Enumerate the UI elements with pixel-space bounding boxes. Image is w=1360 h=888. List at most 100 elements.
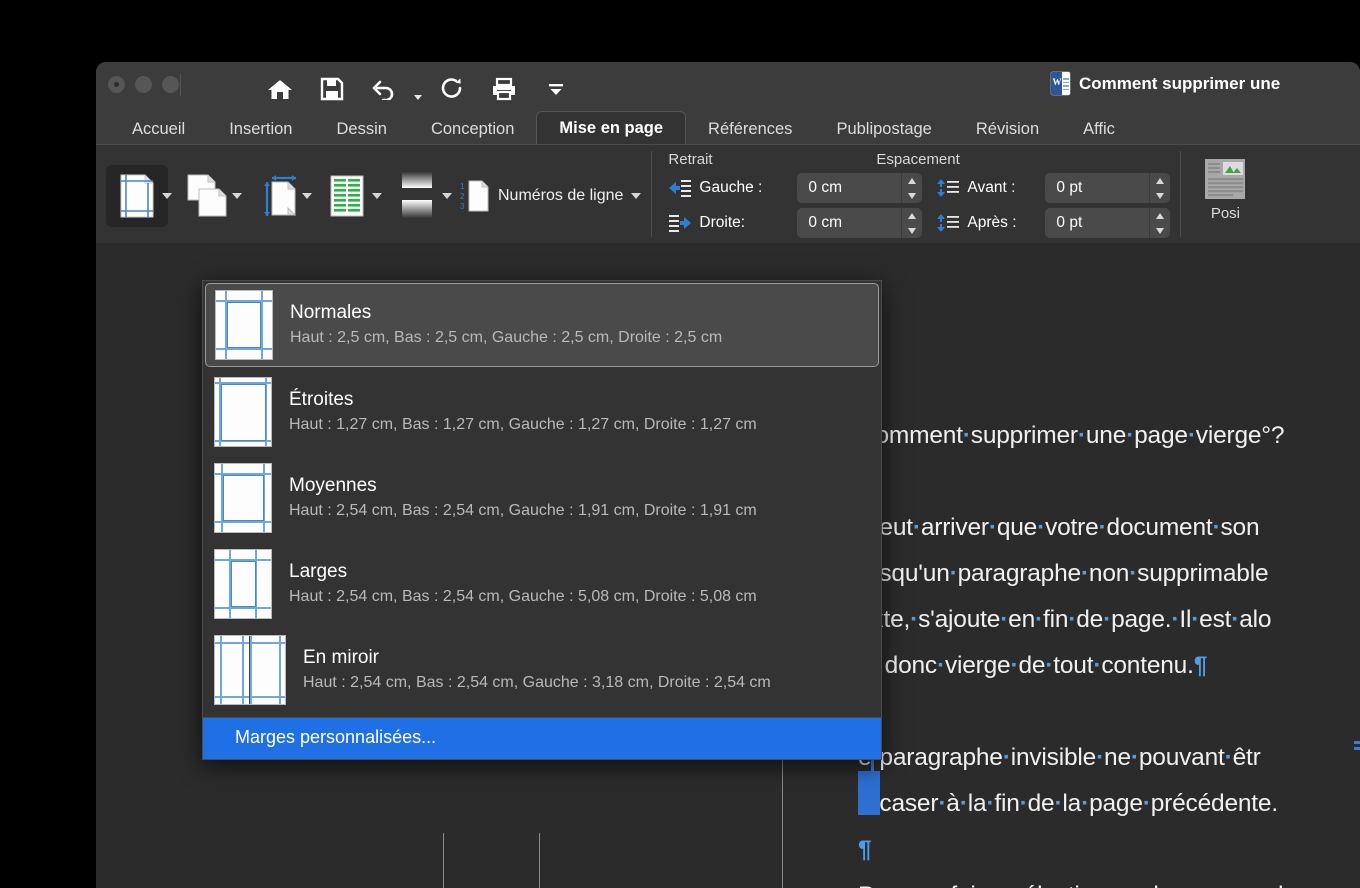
more-icon[interactable]	[530, 74, 582, 104]
menu-item-en-miroir[interactable]: En miroir Haut : 2,54 cm, Bas : 2,54 cm,…	[203, 627, 881, 713]
menu-item-subtitle: Haut : 1,27 cm, Bas : 1,27 cm, Gauche : …	[289, 416, 757, 433]
indent-left-value[interactable]: 0 cm	[797, 173, 902, 203]
svg-text:1: 1	[460, 182, 465, 191]
spelling-underline-2	[1354, 747, 1360, 750]
indent-right-increment[interactable]	[902, 208, 922, 223]
menu-item-title: Étroites	[289, 389, 354, 410]
margin-preview-normal	[216, 291, 272, 359]
tab-accueil[interactable]: Accueil	[110, 113, 207, 145]
undo-icon[interactable]	[358, 74, 410, 104]
title-bar: W Comment supprimer une	[96, 62, 1360, 107]
menu-item-normales[interactable]: Normales Haut : 2,5 cm, Bas : 2,5 cm, Ga…	[205, 283, 879, 367]
menu-item-subtitle: Haut : 2,54 cm, Bas : 2,54 cm, Gauche : …	[303, 674, 771, 691]
line-numbers-icon: 1 2 3	[460, 180, 489, 212]
position-label: Posi	[1210, 205, 1240, 222]
redo-icon[interactable]	[426, 74, 478, 104]
indent-right-stepper[interactable]: 0 cm	[797, 208, 923, 238]
spacing-before-stepper[interactable]: 0 pt	[1045, 173, 1171, 203]
menu-item-subtitle: Haut : 2,5 cm, Bas : 2,5 cm, Gauche : 2,…	[290, 329, 723, 346]
ribbon-divider-2	[1180, 151, 1182, 237]
page-guide-2	[539, 833, 540, 888]
doc-line-11: Pour·ce·faire,·sélectionnez·la·marque·d	[858, 873, 1360, 888]
doc-line-8: e·paragraphe·invisible·ne·pouvant·êtr	[858, 744, 1261, 771]
margin-preview-narrow	[215, 378, 271, 446]
word-window: W Comment supprimer une Accueil Insertio…	[96, 62, 1360, 888]
indent-right-icon	[669, 215, 692, 232]
tab-references[interactable]: Références	[686, 113, 814, 145]
indent-right-decrement[interactable]	[902, 223, 922, 238]
spacing-before-decrement[interactable]	[1150, 188, 1170, 203]
menu-item-larges[interactable]: Larges Haut : 2,54 cm, Bas : 2,54 cm, Ga…	[203, 541, 881, 627]
breaks-button[interactable]	[386, 165, 448, 227]
ribbon-divider-1	[651, 151, 653, 237]
spelling-underline	[1354, 741, 1360, 744]
orientation-dropdown-icon[interactable]	[232, 165, 242, 227]
tab-dessin[interactable]: Dessin	[315, 113, 409, 145]
spacing-before-increment[interactable]	[1150, 173, 1170, 188]
minimize-button[interactable]	[135, 76, 152, 93]
tab-revision[interactable]: Révision	[954, 113, 1061, 145]
line-numbers-button[interactable]: 1 2 3 Numéros de ligne	[456, 165, 642, 227]
breaks-dropdown-icon[interactable]	[442, 165, 452, 227]
spacing-before-value[interactable]: 0 pt	[1045, 173, 1150, 203]
menu-item-title: Normales	[290, 302, 372, 323]
indent-left-stepper[interactable]: 0 cm	[797, 173, 923, 203]
quick-access-toolbar	[254, 70, 582, 108]
print-icon[interactable]	[478, 74, 530, 104]
page-size-icon	[264, 175, 297, 216]
window-controls	[108, 76, 179, 93]
zoom-button[interactable]	[162, 76, 179, 93]
document-text[interactable]: Comment·supprimer·une·page·vierge°? ·peu…	[858, 243, 1360, 888]
size-button[interactable]	[246, 165, 308, 227]
svg-text:2: 2	[460, 192, 465, 201]
spacing-header: Espacement	[876, 151, 960, 168]
indent-left-decrement[interactable]	[902, 188, 922, 203]
doc-line-1: Comment·supprimer·une·page·vierge°?	[858, 422, 1285, 449]
line-numbers-label: Numéros de ligne	[498, 187, 624, 204]
orientation-button[interactable]	[176, 165, 238, 227]
text-selection	[858, 771, 880, 815]
margin-preview-mirrored	[215, 636, 285, 704]
tab-publipostage[interactable]: Publipostage	[814, 113, 953, 145]
menu-item-subtitle: Haut : 2,54 cm, Bas : 2,54 cm, Gauche : …	[289, 502, 757, 519]
menu-item-subtitle: Haut : 2,54 cm, Bas : 2,54 cm, Gauche : …	[289, 588, 757, 605]
indent-left-increment[interactable]	[902, 173, 922, 188]
margins-button[interactable]	[106, 165, 168, 227]
menu-item-title: Larges	[289, 561, 348, 582]
spacing-after-stepper[interactable]: 0 pt	[1045, 208, 1171, 238]
spacing-before-label: Avant :	[967, 179, 1016, 196]
tab-conception[interactable]: Conception	[409, 113, 536, 145]
indent-right-value[interactable]: 0 cm	[797, 208, 902, 238]
save-icon[interactable]	[306, 74, 358, 104]
window-title-group: W Comment supprimer une	[1051, 72, 1280, 95]
position-icon	[1205, 159, 1246, 199]
menu-item-etroites[interactable]: Étroites Haut : 1,27 cm, Bas : 1,27 cm, …	[203, 369, 881, 455]
indent-right-label: Droite:	[699, 214, 746, 231]
home-icon[interactable]	[254, 74, 306, 104]
doc-line-2	[858, 459, 1360, 505]
spacing-after-value[interactable]: 0 pt	[1045, 208, 1150, 238]
line-numbers-dropdown-icon[interactable]	[631, 193, 642, 199]
tab-affichage[interactable]: Affic	[1061, 113, 1137, 145]
doc-line-4: orsqu'un·paragraphe·non·supprimable	[858, 560, 1269, 587]
menu-item-moyennes[interactable]: Moyennes Haut : 2,54 cm, Bas : 2,54 cm, …	[203, 455, 881, 541]
doc-line-3: ·peut·arriver·que·votre·document·son	[858, 514, 1260, 541]
columns-dropdown-icon[interactable]	[372, 165, 382, 227]
doc-line-9: e·caser·à·la·fin·de·la·page·précédente.	[858, 790, 1278, 817]
menu-item-title: Moyennes	[289, 475, 377, 496]
indent-left-label: Gauche :	[699, 179, 763, 196]
position-button[interactable]: Posi	[1203, 145, 1247, 222]
close-button[interactable]	[108, 76, 125, 93]
page-setup-group: 1 2 3 Numéros de ligne	[96, 145, 642, 243]
menu-item-marges-personnalisees[interactable]: Marges personnalisées...	[203, 718, 881, 759]
margins-dropdown-menu[interactable]: Normales Haut : 2,5 cm, Bas : 2,5 cm, Ga…	[202, 280, 882, 760]
spacing-after-decrement[interactable]	[1150, 223, 1170, 238]
columns-button[interactable]	[316, 165, 378, 227]
tab-insertion[interactable]: Insertion	[207, 113, 314, 145]
tab-mise-en-page[interactable]: Mise en page	[536, 111, 687, 145]
undo-dropdown-icon[interactable]	[410, 70, 426, 108]
margins-dropdown-icon[interactable]	[162, 165, 172, 227]
page-margins-icon	[120, 174, 154, 218]
spacing-after-increment[interactable]	[1150, 208, 1170, 223]
size-dropdown-icon[interactable]	[302, 165, 312, 227]
